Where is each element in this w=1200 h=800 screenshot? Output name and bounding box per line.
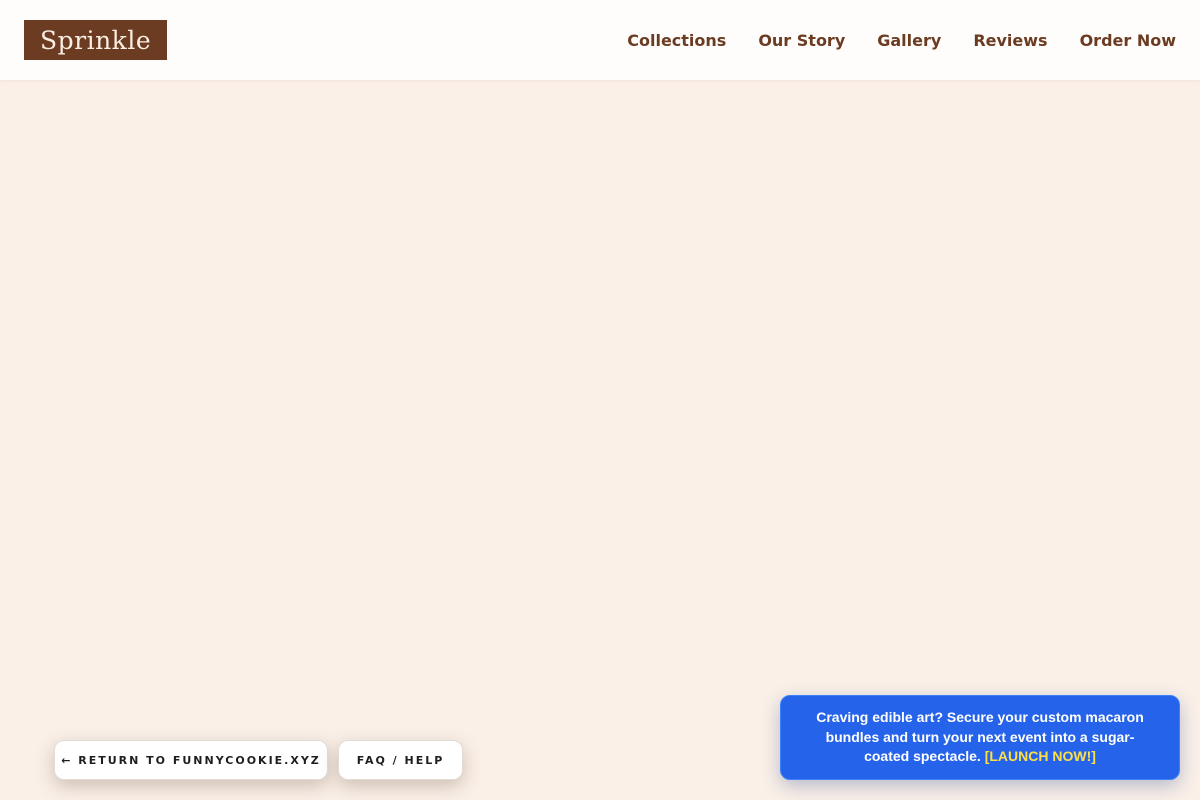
nav-link-our-story[interactable]: Our Story <box>758 31 845 50</box>
promo-banner[interactable]: Craving edible art? Secure your custom m… <box>780 695 1180 780</box>
nav-link-collections[interactable]: Collections <box>627 31 726 50</box>
nav-link-reviews[interactable]: Reviews <box>973 31 1047 50</box>
site-logo[interactable]: Sprinkle <box>24 20 168 60</box>
nav-link-gallery[interactable]: Gallery <box>877 31 941 50</box>
page: Sprinkle Collections Our Story Gallery R… <box>0 0 1200 800</box>
promo-cta-link[interactable]: [LAUNCH NOW!] <box>985 748 1096 764</box>
site-header: Sprinkle Collections Our Story Gallery R… <box>0 0 1200 80</box>
main-nav: Collections Our Story Gallery Reviews Or… <box>627 31 1176 50</box>
faq-help-button[interactable]: FAQ / HELP <box>338 740 463 780</box>
promo-text: Craving edible art? Secure your custom m… <box>811 708 1149 767</box>
return-to-site-button[interactable]: ← RETURN TO FUNNYCOOKIE.XYZ <box>54 740 328 780</box>
nav-link-order-now[interactable]: Order Now <box>1080 31 1176 50</box>
